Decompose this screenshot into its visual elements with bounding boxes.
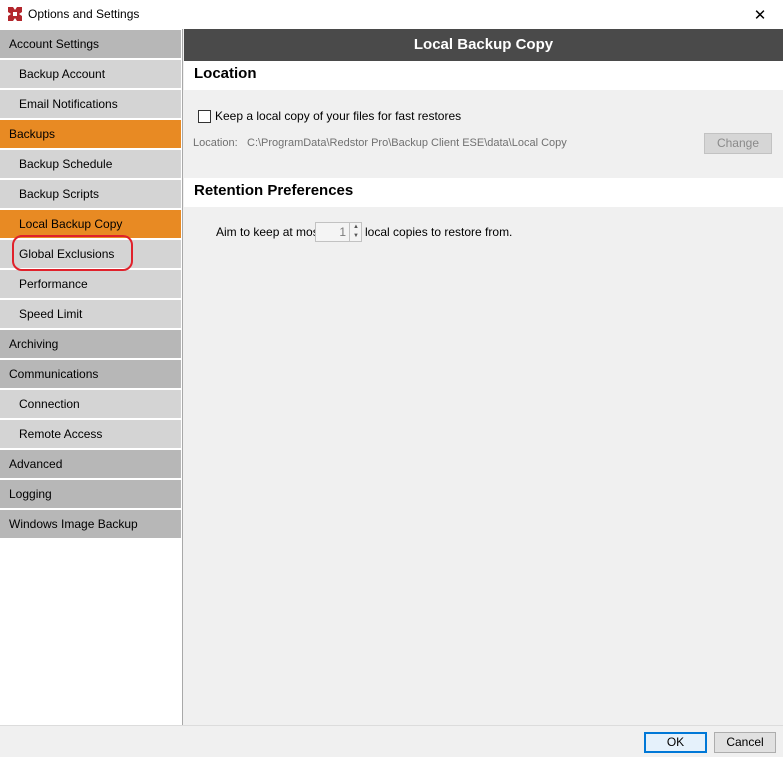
sidebar-item-backup-scripts[interactable]: Backup Scripts	[0, 180, 181, 209]
close-button[interactable]: ✕	[737, 0, 783, 29]
cancel-button[interactable]: Cancel	[714, 732, 776, 753]
retention-section-title: Retention Preferences	[194, 182, 354, 199]
copies-stepper-value[interactable]: 1	[316, 223, 349, 241]
location-section-title: Location	[194, 65, 257, 82]
copies-stepper[interactable]: 1 ▲ ▼	[315, 222, 362, 242]
sidebar-item-local-backup-copy[interactable]: Local Backup Copy	[0, 210, 181, 239]
keep-local-copy-checkbox[interactable]	[198, 110, 211, 123]
sidebar: Account Settings Backup Account Email Noti…	[0, 29, 183, 725]
title-bar: Options and Settings ✕	[0, 0, 783, 29]
sidebar-item-communications[interactable]: Communications	[0, 360, 181, 389]
keep-local-copy-label[interactable]: Keep a local copy of your files for fast…	[215, 109, 461, 123]
redstor-logo-icon	[8, 7, 22, 21]
sidebar-item-account-settings[interactable]: Account Settings	[0, 30, 181, 59]
close-icon: ✕	[753, 6, 767, 24]
sidebar-item-backup-schedule[interactable]: Backup Schedule	[0, 150, 181, 179]
sidebar-item-email-notifications[interactable]: Email Notifications	[0, 90, 181, 119]
stepper-arrows: ▲ ▼	[349, 223, 361, 241]
aim-label: Aim to keep at most	[216, 225, 323, 239]
sidebar-item-global-exclusions[interactable]: Global Exclusions	[0, 240, 181, 269]
dialog-footer: OK Cancel	[0, 725, 783, 757]
ok-button[interactable]: OK	[644, 732, 707, 753]
retention-section-header: Retention Preferences	[184, 178, 783, 207]
change-location-button[interactable]: Change	[704, 133, 772, 154]
page-title: Local Backup Copy	[184, 29, 783, 61]
window-title: Options and Settings	[28, 7, 140, 21]
content-panel: Local Backup Copy Location Keep a local …	[184, 29, 783, 725]
sidebar-item-remote-access[interactable]: Remote Access	[0, 420, 181, 449]
sidebar-item-speed-limit[interactable]: Speed Limit	[0, 300, 181, 329]
sidebar-item-backup-account[interactable]: Backup Account	[0, 60, 181, 89]
sidebar-item-advanced[interactable]: Advanced	[0, 450, 181, 479]
copies-label: local copies to restore from.	[365, 225, 513, 239]
sidebar-item-connection[interactable]: Connection	[0, 390, 181, 419]
sidebar-item-performance[interactable]: Performance	[0, 270, 181, 299]
stepper-up-icon[interactable]: ▲	[350, 223, 362, 232]
sidebar-item-logging[interactable]: Logging	[0, 480, 181, 509]
location-label: Location:	[193, 137, 238, 149]
location-section-header: Location	[184, 61, 783, 90]
sidebar-item-windows-image-backup[interactable]: Windows Image Backup	[0, 510, 181, 539]
location-path: C:\ProgramData\Redstor Pro\Backup Client…	[247, 137, 567, 149]
sidebar-item-backups[interactable]: Backups	[0, 120, 181, 149]
sidebar-item-archiving[interactable]: Archiving	[0, 330, 181, 359]
stepper-down-icon[interactable]: ▼	[350, 232, 362, 241]
